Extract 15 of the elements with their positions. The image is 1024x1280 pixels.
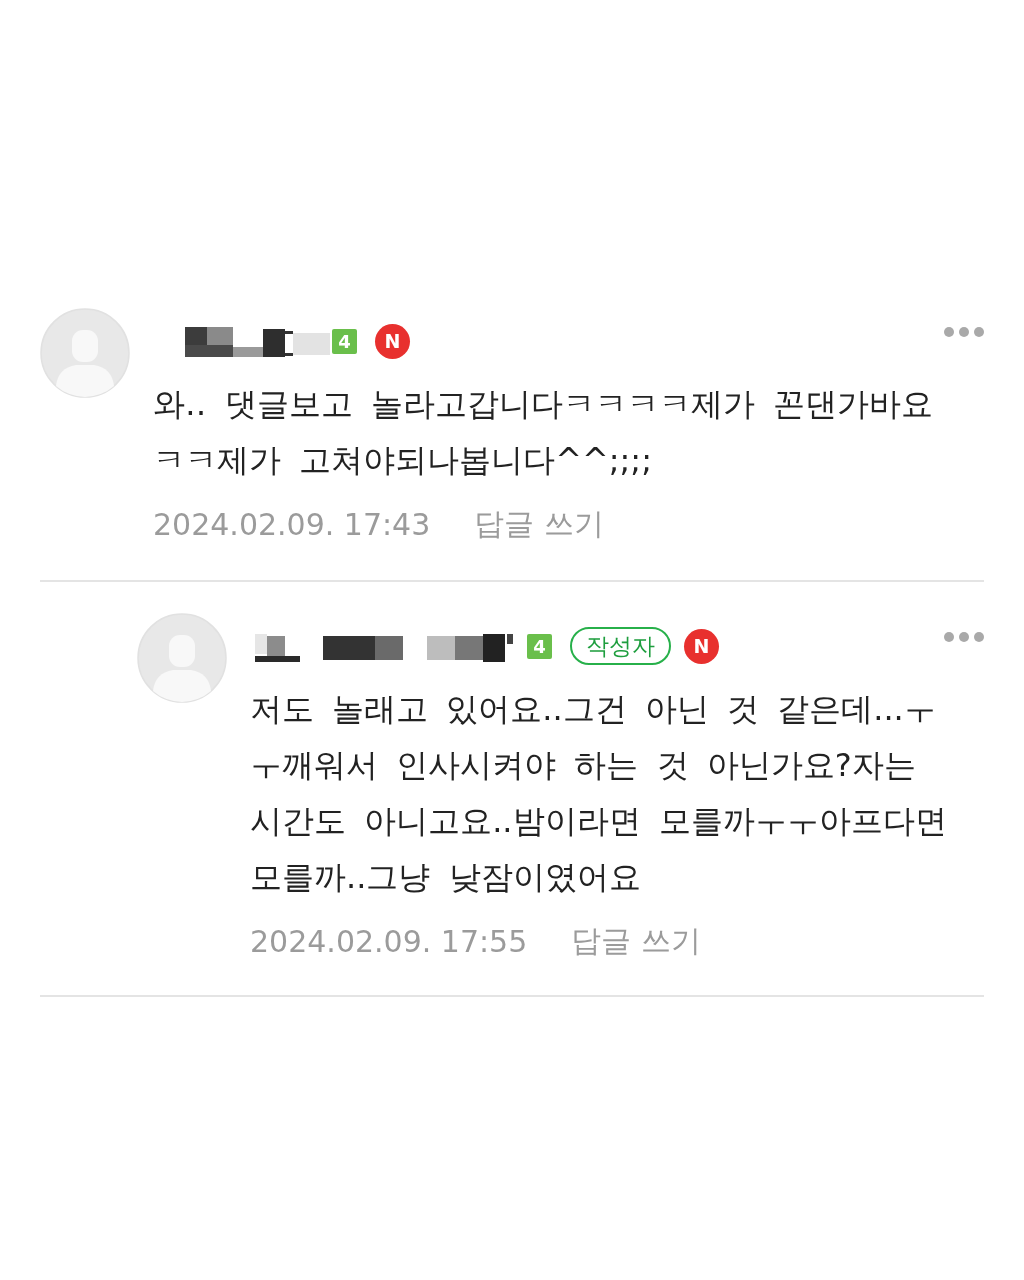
avatar-icon <box>137 613 227 703</box>
comment-text: 와‥ 댓글보고 놀라고갑니다ㅋㅋㅋㅋ제가 꼰댄가바요ㅋㅋ제가 고쳐야되나봅니다^^;;;; <box>153 384 934 481</box>
author-badge: 작성자 <box>570 627 671 665</box>
reply-link[interactable]: 답글 쓰기 <box>474 503 604 545</box>
more-icon[interactable] <box>944 632 984 642</box>
reply-link[interactable]: 답글 쓰기 <box>571 920 701 962</box>
level-badge: 4 <box>332 328 357 354</box>
comment-text: 저도 놀래고 있어요..그건 아닌 것 같은데...ㅜㅜ깨워서 인사시켜야 하는 것 아닌가요?자는 시간도 아니고요..밤이라면 모를까ㅜㅜ아프다면 모를까..그냥 낮잠이였어요 <box>250 689 948 898</box>
more-icon[interactable] <box>944 327 984 337</box>
level-badge: 4 <box>527 633 552 659</box>
new-badge: N <box>375 323 410 359</box>
comment-date: 2024.02.09. 17:43 <box>153 506 431 542</box>
new-badge: N <box>684 628 719 664</box>
avatar-icon <box>40 308 130 398</box>
comment-date: 2024.02.09. 17:55 <box>250 923 528 959</box>
